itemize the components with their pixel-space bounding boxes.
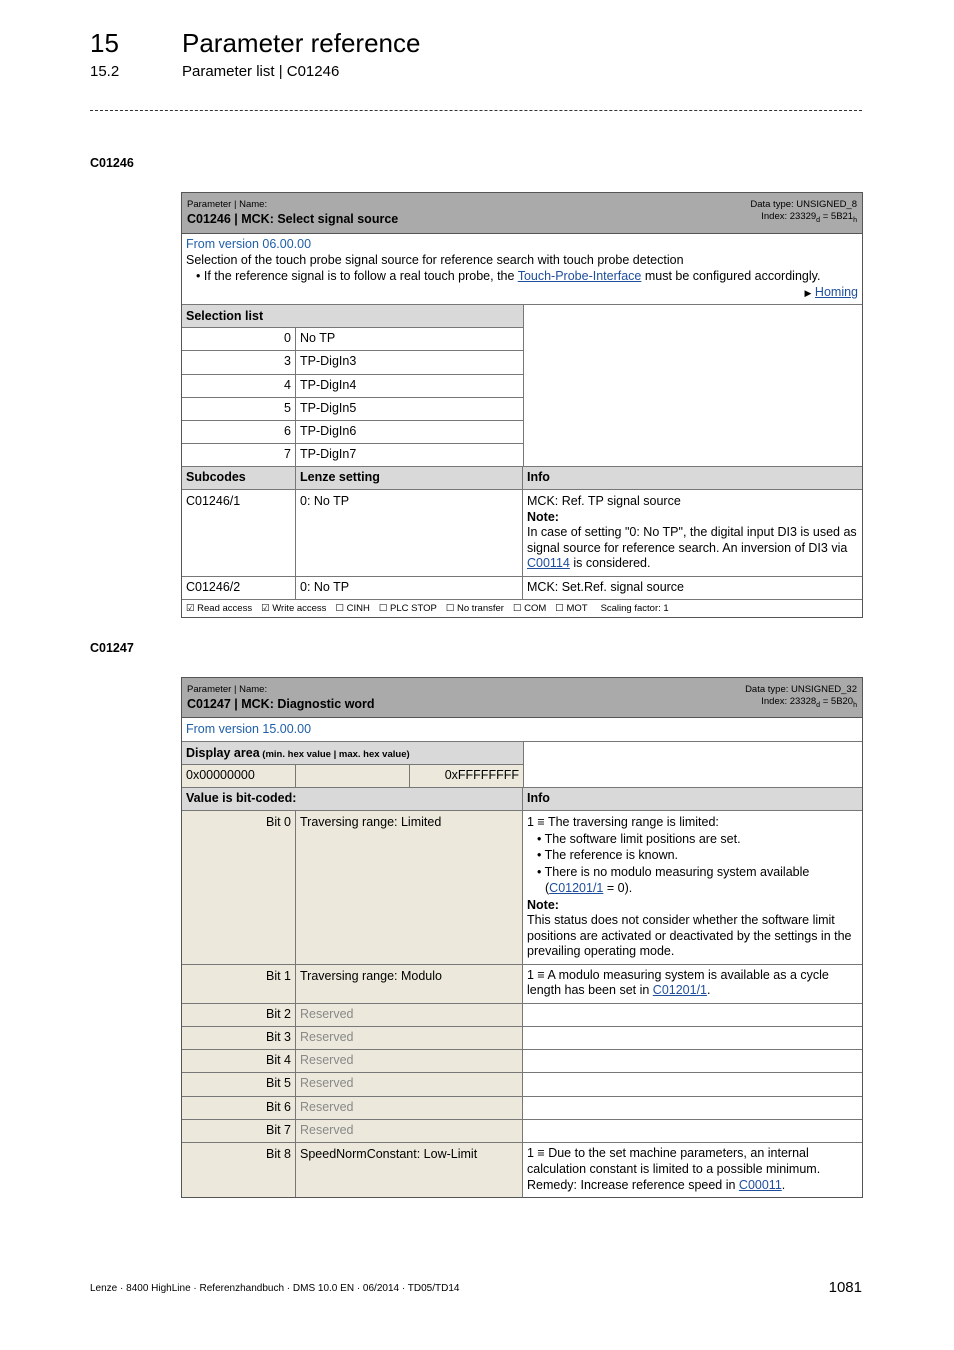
bit-row: Bit 5 Reserved	[182, 1073, 862, 1097]
display-area-header: Display area (min. hex value | max. hex …	[182, 742, 523, 765]
subcode-row: C01246/2 0: No TP MCK: Set.Ref. signal s…	[182, 576, 862, 600]
flag-cinh: ☐ CINH	[335, 602, 370, 614]
max-hex-value: 0xFFFFFFFF	[444, 768, 519, 782]
param-header: Parameter | Name: C01247 | MCK: Diagnost…	[182, 678, 862, 718]
scaling-factor: Scaling factor: 1	[600, 602, 669, 614]
flag-no-transfer: ☐ No transfer	[445, 602, 504, 614]
c01201-link[interactable]: C01201/1	[653, 983, 707, 997]
flag-write-access: ☑ Write access	[261, 602, 327, 614]
param-index: Index: 23328d = 5B20h	[761, 696, 857, 709]
bit-row: Bit 1 Traversing range: Modulo 1 ≡ A mod…	[182, 964, 862, 1004]
bit-row: Bit 8 SpeedNormConstant: Low-Limit 1 ≡ D…	[182, 1143, 862, 1197]
selection-item: 3 TP-DigIn3	[182, 351, 523, 375]
footer-text: Lenze · 8400 HighLine · Referenzhandbuch…	[90, 1283, 460, 1294]
bit-row: Bit 0 Traversing range: Limited 1 ≡ The …	[182, 811, 862, 965]
bits-header-row: Value is bit-coded: Info	[182, 788, 862, 811]
display-area-section: Display area (min. hex value | max. hex …	[182, 742, 862, 788]
param-index: Index: 23329d = 5B21h	[761, 211, 857, 224]
selection-item: 4 TP-DigIn4	[182, 374, 523, 398]
info-bullet: • The software limit positions are set.	[537, 831, 741, 846]
bit-row: Bit 3 Reserved	[182, 1026, 862, 1051]
selection-list: Selection list 0 No TP 3 TP-DigIn3 4 TP-Dig…	[182, 305, 524, 467]
param-heading-c01246: C01246	[90, 156, 134, 170]
bit-row: Bit 7 Reserved	[182, 1119, 862, 1144]
subcodes-header-row: Subcodes Lenze setting Info	[182, 467, 862, 491]
flag-com: ☐ COM	[512, 602, 547, 614]
param-table-c01246: Parameter | Name: C01246 | MCK: Select s…	[181, 192, 863, 618]
min-hex-value: 0x00000000	[182, 765, 296, 787]
subcode-row: C01246/1 0: No TP MCK: Ref. TP signal so…	[182, 490, 862, 577]
c00011-link[interactable]: C00011	[739, 1178, 782, 1192]
description-row: From version 06.00.00 Selection of the t…	[182, 234, 862, 305]
description-text: Selection of the touch probe signal sour…	[186, 253, 684, 267]
page-number: 1081	[828, 1279, 862, 1296]
param-name-label: Parameter | Name:	[187, 199, 268, 210]
note-text: In case of setting "0: No TP", the digit…	[527, 525, 857, 571]
selection-list-header: Selection list	[182, 305, 523, 328]
flag-mot: ☐ MOT	[555, 602, 588, 614]
selection-item: 6 TP-DigIn6	[182, 421, 523, 445]
bit-row: Bit 2 Reserved	[182, 1003, 862, 1027]
param-table-c01247: Parameter | Name: C01247 | MCK: Diagnost…	[181, 677, 863, 1198]
info-bullet: • There is no modulo measuring system av…	[537, 864, 810, 879]
version-text: From version 06.00.00	[186, 237, 312, 251]
header-divider	[90, 110, 862, 111]
param-name: C01246 | MCK: Select signal source	[187, 212, 399, 226]
subcode-info: MCK: Ref. TP signal source	[527, 494, 681, 509]
access-flags: ☑ Read access ☑ Write access ☐ CINH ☐ PL…	[182, 600, 862, 617]
chapter-title: Parameter reference	[182, 28, 421, 58]
version-row: From version 15.00.00	[182, 718, 862, 742]
param-name: C01247 | MCK: Diagnostic word	[187, 697, 375, 711]
bit-row: Bit 6 Reserved	[182, 1096, 862, 1120]
version-text: From version 15.00.00	[186, 722, 312, 736]
flag-plc-stop: ☐ PLC STOP	[378, 602, 437, 614]
see-also: ▶ Homing	[186, 284, 858, 301]
touch-probe-interface-link[interactable]: Touch-Probe-Interface	[518, 269, 642, 283]
chapter-number: 15	[90, 28, 119, 58]
param-heading-c01247: C01247	[90, 641, 134, 655]
selection-section: Selection list 0 No TP 3 TP-DigIn3 4 TP-Dig…	[182, 305, 862, 468]
param-name-label: Parameter | Name:	[187, 684, 268, 695]
note-label: Note:	[527, 510, 559, 525]
section-number: 15.2	[90, 63, 120, 80]
selection-item: 5 TP-DigIn5	[182, 397, 523, 422]
selection-item: 7 TP-DigIn7	[182, 444, 523, 467]
flag-read-access: ☑ Read access	[186, 602, 253, 614]
section-title: Parameter list | C01246	[182, 63, 340, 80]
description-bullet: • If the reference signal is to follow a…	[196, 269, 821, 283]
selection-blank	[524, 305, 862, 466]
homing-link[interactable]: Homing	[815, 285, 858, 299]
data-type: Data type: UNSIGNED_32	[745, 684, 857, 695]
data-type: Data type: UNSIGNED_8	[750, 199, 857, 210]
c00114-link[interactable]: C00114	[527, 556, 570, 570]
info-bullet: • The reference is known.	[537, 848, 679, 862]
param-header: Parameter | Name: C01246 | MCK: Select s…	[182, 193, 862, 234]
c01201-link[interactable]: C01201/1	[549, 881, 603, 895]
bit-row: Bit 4 Reserved	[182, 1050, 862, 1074]
triangle-right-icon: ▶	[804, 288, 812, 298]
selection-item: 0 No TP	[182, 328, 523, 352]
